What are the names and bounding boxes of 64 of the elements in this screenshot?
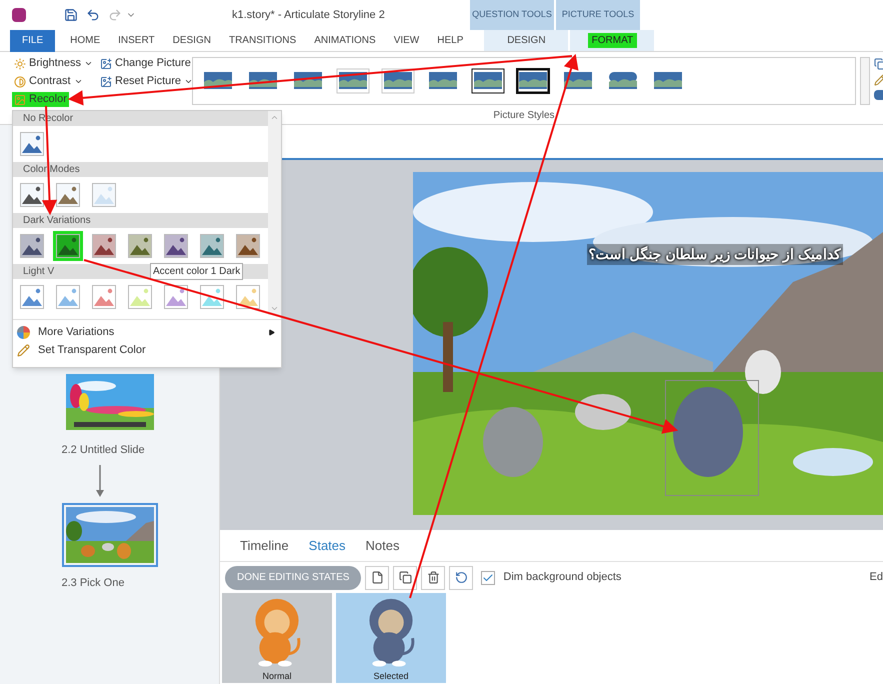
submenu-arrow-icon xyxy=(268,328,275,336)
picture-icon xyxy=(100,76,112,88)
ribbon-button[interactable]: Recolor xyxy=(12,92,69,107)
ribbon-tab[interactable]: HELP xyxy=(428,30,472,52)
copy-icon[interactable] xyxy=(874,58,883,70)
section-header: Color Modes xyxy=(13,162,268,177)
checkbox[interactable] xyxy=(481,570,496,584)
reset-icon xyxy=(454,571,468,584)
ribbon-tab[interactable]: TRANSITIONS xyxy=(220,30,306,52)
panel-tab[interactable]: Timeline xyxy=(240,536,289,555)
menu-item[interactable]: More Variations xyxy=(13,323,281,341)
checkbox-label: Dim background objects xyxy=(503,570,622,586)
picture-icon xyxy=(14,94,26,106)
copy-icon xyxy=(398,571,412,584)
pencil-icon xyxy=(17,344,30,356)
undo-icon[interactable] xyxy=(86,8,100,22)
context-group-label: QUESTION TOOLS xyxy=(470,0,554,30)
ribbon-tab[interactable]: FORMAT xyxy=(588,33,638,48)
contrast-icon xyxy=(14,76,26,88)
state-label: Normal xyxy=(262,670,292,682)
caret-icon xyxy=(184,77,194,86)
check-icon xyxy=(482,572,494,584)
app-logo-icon xyxy=(12,8,26,22)
ribbon-tab[interactable]: ANIMATIONS xyxy=(305,30,385,52)
picture-icon xyxy=(100,58,112,70)
panel-tab[interactable]: Notes xyxy=(366,536,400,555)
new-state-button[interactable] xyxy=(365,566,390,590)
state-thumbnail[interactable]: Selected xyxy=(336,593,446,683)
context-group-label: PICTURE TOOLS xyxy=(556,0,640,30)
ribbon-button[interactable]: Brightness xyxy=(12,56,95,71)
slide-label: 2.2 Untitled Slide xyxy=(62,443,145,458)
shape-icon[interactable] xyxy=(874,90,883,100)
pencil-icon[interactable] xyxy=(874,74,883,86)
ribbon-tab[interactable]: DESIGN xyxy=(164,30,220,52)
save-icon[interactable] xyxy=(64,8,78,22)
group-label: Picture Styles xyxy=(493,109,555,123)
page-icon xyxy=(370,571,384,584)
state-thumbnail[interactable]: Normal xyxy=(222,593,332,683)
panel-tab[interactable]: States xyxy=(308,536,346,555)
section-header: Dark Variations xyxy=(13,213,268,228)
menu-item[interactable]: Set Transparent Color xyxy=(13,341,281,359)
picture-style-icon[interactable] xyxy=(516,68,550,94)
ribbon-tab[interactable]: HOME xyxy=(61,30,110,52)
window-title: k1.story* - Articulate Storyline 2 xyxy=(232,8,386,23)
ribbon-button[interactable]: Change Picture xyxy=(100,56,191,71)
reset-button[interactable] xyxy=(449,566,474,590)
edge-text: Ed xyxy=(870,570,883,586)
slide-label: 2.3 Pick One xyxy=(62,576,124,590)
ribbon-button[interactable]: Contrast xyxy=(12,74,85,89)
ribbon-tab[interactable]: FILE xyxy=(10,30,56,52)
ribbon-tab[interactable]: VIEW xyxy=(384,30,428,52)
duplicate-button[interactable] xyxy=(393,566,418,590)
state-label: Selected xyxy=(373,670,409,682)
question-text: کدامیک از حیوانات زیر سلطان جنگل است؟ xyxy=(586,244,843,265)
color-wheel-icon xyxy=(17,326,30,338)
trash-icon xyxy=(426,571,440,584)
sun-icon xyxy=(14,58,26,70)
tooltip: Accent color 1 Dark xyxy=(150,263,244,280)
ribbon-button[interactable]: Reset Picture xyxy=(100,74,194,89)
delete-button[interactable] xyxy=(421,566,446,590)
flow-arrow-icon xyxy=(94,464,104,496)
ribbon-tab[interactable]: INSERT xyxy=(109,30,164,52)
scrollbar[interactable] xyxy=(860,57,870,105)
picture-style-icon[interactable] xyxy=(471,68,505,94)
